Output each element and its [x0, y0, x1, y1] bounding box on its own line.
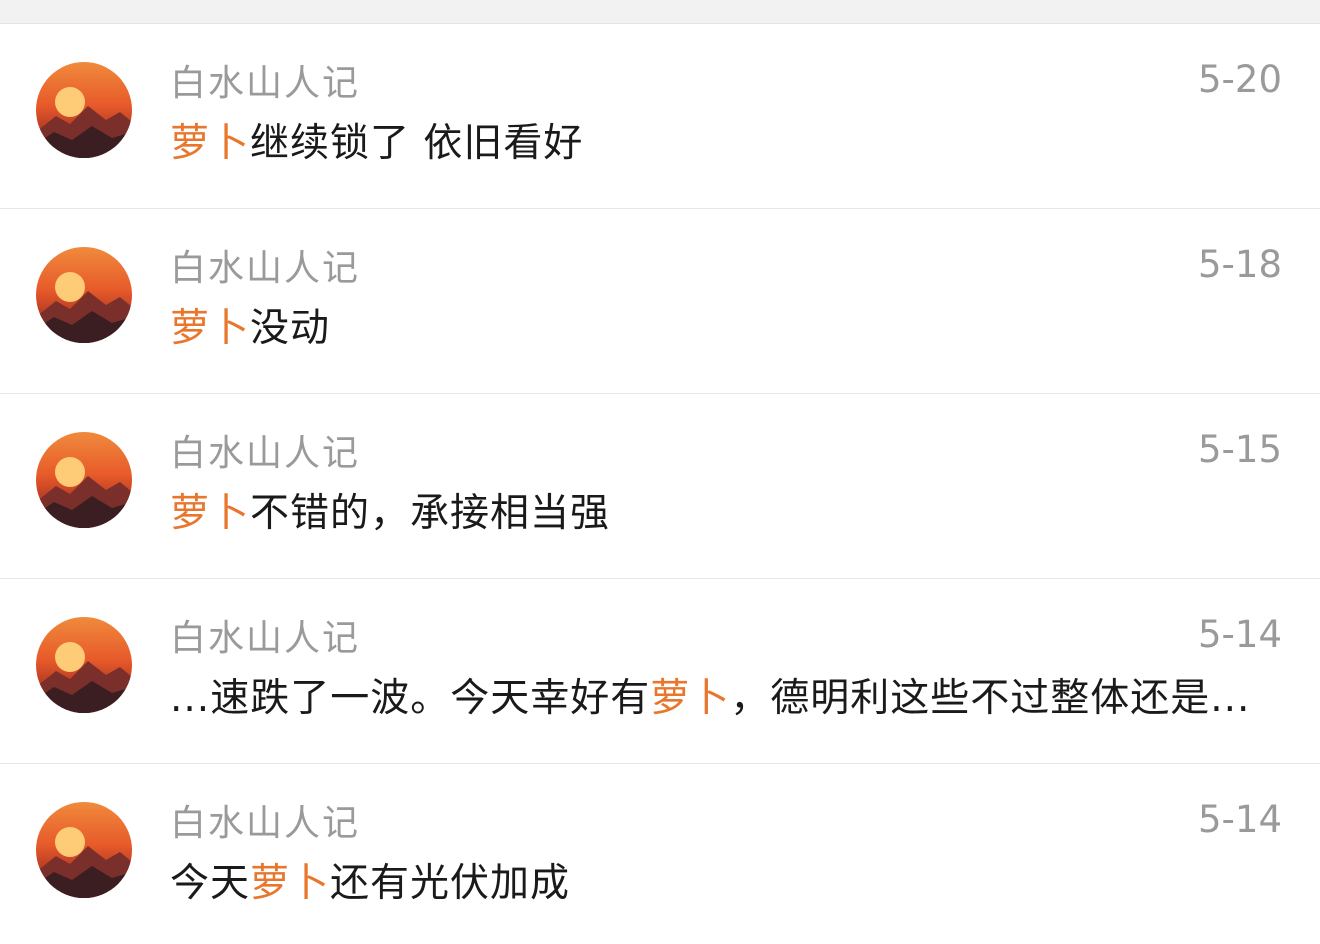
post-snippet[interactable]: 今天萝卜还有光伏加成	[170, 852, 1285, 908]
avatar[interactable]	[36, 247, 132, 343]
post-date: 5-14	[1198, 798, 1282, 841]
author-name[interactable]: 白水山人记	[170, 794, 360, 846]
sunset-mountain-icon	[36, 827, 132, 898]
post-date: 5-18	[1198, 243, 1282, 286]
list-item[interactable]: 白水山人记 5-15 萝卜不错的，承接相当强	[0, 394, 1320, 579]
author-name[interactable]: 白水山人记	[170, 239, 360, 291]
top-strip	[0, 0, 1320, 24]
author-name[interactable]: 白水山人记	[170, 609, 360, 661]
list-item[interactable]: 白水山人记 5-14 今天萝卜还有光伏加成	[0, 764, 1320, 944]
post-snippet[interactable]: ...速跌了一波。今天幸好有萝卜，德明利这些不过整体还是...	[170, 667, 1285, 723]
snippet-after: 继续锁了 依旧看好	[250, 121, 584, 166]
snippet-before: 今天	[170, 861, 251, 906]
sunset-mountain-icon	[36, 642, 132, 713]
snippet-after: ，德明利这些不过整体还是...	[730, 676, 1251, 721]
snippet-after: 不错的，承接相当强	[250, 491, 611, 536]
list-item[interactable]: 白水山人记 5-18 萝卜没动	[0, 209, 1320, 394]
snippet-before: ...速跌了一波。今天幸好有	[170, 676, 651, 721]
keyword-highlight: 萝卜	[170, 306, 251, 351]
sunset-mountain-icon	[36, 457, 132, 528]
snippet-after: 没动	[250, 306, 331, 351]
avatar[interactable]	[36, 617, 132, 713]
keyword-highlight: 萝卜	[650, 676, 731, 721]
post-snippet[interactable]: 萝卜没动	[170, 297, 1285, 353]
post-date: 5-20	[1198, 58, 1282, 101]
search-result-list: 白水山人记 5-20 萝卜继续锁了 依旧看好 白水山人记 5-18 萝卜没动 白…	[0, 24, 1320, 944]
keyword-highlight: 萝卜	[170, 121, 251, 166]
post-date: 5-15	[1198, 428, 1282, 471]
avatar[interactable]	[36, 432, 132, 528]
post-snippet[interactable]: 萝卜继续锁了 依旧看好	[170, 112, 1285, 168]
avatar[interactable]	[36, 802, 132, 898]
avatar[interactable]	[36, 62, 132, 158]
author-name[interactable]: 白水山人记	[170, 424, 360, 476]
sunset-mountain-icon	[36, 87, 132, 158]
post-date: 5-14	[1198, 613, 1282, 656]
sunset-mountain-icon	[36, 272, 132, 343]
list-item[interactable]: 白水山人记 5-20 萝卜继续锁了 依旧看好	[0, 24, 1320, 209]
author-name[interactable]: 白水山人记	[170, 54, 360, 106]
post-snippet[interactable]: 萝卜不错的，承接相当强	[170, 482, 1285, 538]
snippet-after: 还有光伏加成	[330, 861, 571, 906]
keyword-highlight: 萝卜	[250, 861, 331, 906]
keyword-highlight: 萝卜	[170, 491, 251, 536]
list-item[interactable]: 白水山人记 5-14 ...速跌了一波。今天幸好有萝卜，德明利这些不过整体还是.…	[0, 579, 1320, 764]
